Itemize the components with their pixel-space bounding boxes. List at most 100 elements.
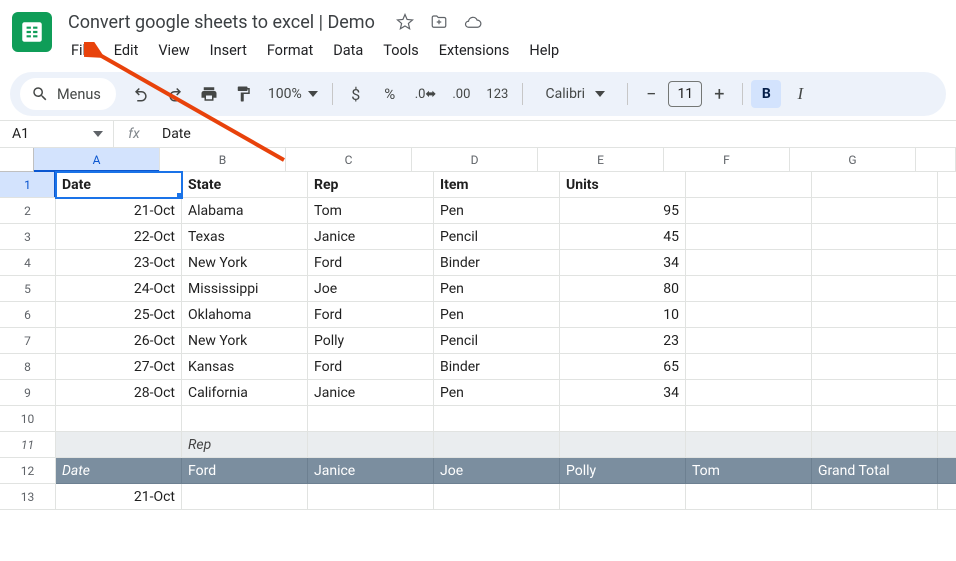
paint-format-button[interactable]	[228, 79, 258, 109]
font-size-input[interactable]: 11	[668, 81, 702, 107]
cell-C12[interactable]: Janice	[308, 458, 434, 484]
menu-data[interactable]: Data	[324, 38, 372, 63]
cell-G10[interactable]	[812, 406, 938, 432]
cell-B2[interactable]: Alabama	[182, 198, 308, 224]
row-header-11[interactable]: 11	[0, 432, 56, 458]
cell-B6[interactable]: Oklahoma	[182, 302, 308, 328]
select-all-corner[interactable]	[0, 148, 34, 172]
spreadsheet-grid[interactable]: ABCDEFG 1DateStateRepItemUnits221-OctAla…	[0, 148, 956, 561]
search-menus[interactable]: Menus	[20, 78, 116, 110]
cell-E5[interactable]: 80	[560, 276, 686, 302]
cell-D10[interactable]	[434, 406, 560, 432]
cell-E4[interactable]: 34	[560, 250, 686, 276]
cell-G8[interactable]	[812, 354, 938, 380]
cell-F1[interactable]	[686, 172, 812, 198]
currency-button[interactable]: $	[341, 79, 371, 109]
cell-C13[interactable]	[308, 484, 434, 510]
cell-10[interactable]	[938, 406, 956, 432]
cell-C7[interactable]: Polly	[308, 328, 434, 354]
cell-D9[interactable]: Pen	[434, 380, 560, 406]
cell-8[interactable]	[938, 354, 956, 380]
menu-edit[interactable]: Edit	[105, 38, 148, 63]
cell-E12[interactable]: Polly	[560, 458, 686, 484]
cell-D5[interactable]: Pen	[434, 276, 560, 302]
cell-11[interactable]	[938, 432, 956, 458]
cell-E11[interactable]	[560, 432, 686, 458]
cell-B9[interactable]: California	[182, 380, 308, 406]
sheets-logo[interactable]	[12, 12, 52, 52]
cell-E6[interactable]: 10	[560, 302, 686, 328]
cell-C8[interactable]: Ford	[308, 354, 434, 380]
cell-B10[interactable]	[182, 406, 308, 432]
menu-view[interactable]: View	[149, 38, 198, 63]
star-icon[interactable]	[395, 12, 415, 32]
cell-12[interactable]	[938, 458, 956, 484]
cell-F7[interactable]	[686, 328, 812, 354]
cloud-icon[interactable]	[463, 12, 483, 32]
row-header-1[interactable]: 1	[0, 172, 56, 198]
cell-E9[interactable]: 34	[560, 380, 686, 406]
cell-E7[interactable]: 23	[560, 328, 686, 354]
cell-F9[interactable]	[686, 380, 812, 406]
menu-help[interactable]: Help	[520, 38, 568, 63]
cell-F10[interactable]	[686, 406, 812, 432]
cell-B5[interactable]: Mississippi	[182, 276, 308, 302]
cell-D8[interactable]: Binder	[434, 354, 560, 380]
font-size-decrease[interactable]: −	[636, 79, 666, 109]
more-formats-button[interactable]: 123	[480, 79, 514, 109]
row-header-8[interactable]: 8	[0, 354, 56, 380]
cell-G13[interactable]	[812, 484, 938, 510]
cell-D3[interactable]: Pencil	[434, 224, 560, 250]
cell-A8[interactable]: 27-Oct	[56, 354, 182, 380]
cell-A12[interactable]: Date	[56, 458, 182, 484]
cell-3[interactable]	[938, 224, 956, 250]
cell-13[interactable]	[938, 484, 956, 510]
cell-C9[interactable]: Janice	[308, 380, 434, 406]
cell-G5[interactable]	[812, 276, 938, 302]
cell-6[interactable]	[938, 302, 956, 328]
menu-tools[interactable]: Tools	[374, 38, 428, 63]
cell-B13[interactable]	[182, 484, 308, 510]
row-header-5[interactable]: 5	[0, 276, 56, 302]
cell-F4[interactable]	[686, 250, 812, 276]
cell-D13[interactable]	[434, 484, 560, 510]
cell-E3[interactable]: 45	[560, 224, 686, 250]
cell-F8[interactable]	[686, 354, 812, 380]
cell-G1[interactable]	[812, 172, 938, 198]
cell-B12[interactable]: Ford	[182, 458, 308, 484]
cell-1[interactable]	[938, 172, 956, 198]
cell-C10[interactable]	[308, 406, 434, 432]
increase-decimal-button[interactable]: .00	[446, 79, 476, 109]
cell-A6[interactable]: 25-Oct	[56, 302, 182, 328]
row-header-12[interactable]: 12	[0, 458, 56, 484]
col-header-E[interactable]: E	[538, 148, 664, 172]
italic-button[interactable]: I	[785, 79, 815, 109]
row-header-3[interactable]: 3	[0, 224, 56, 250]
cell-E13[interactable]	[560, 484, 686, 510]
cell-E8[interactable]: 65	[560, 354, 686, 380]
col-header-A[interactable]: A	[34, 148, 160, 172]
cell-F11[interactable]	[686, 432, 812, 458]
zoom-select[interactable]: 100%	[262, 79, 324, 109]
move-icon[interactable]	[429, 12, 449, 32]
menu-insert[interactable]: Insert	[201, 38, 256, 63]
cell-C11[interactable]	[308, 432, 434, 458]
cell-A7[interactable]: 26-Oct	[56, 328, 182, 354]
cell-G7[interactable]	[812, 328, 938, 354]
cell-C2[interactable]: Tom	[308, 198, 434, 224]
cell-F3[interactable]	[686, 224, 812, 250]
cell-A1[interactable]: Date	[56, 172, 182, 198]
cell-D4[interactable]: Binder	[434, 250, 560, 276]
decrease-decimal-button[interactable]: .0⬌	[409, 79, 443, 109]
row-header-2[interactable]: 2	[0, 198, 56, 224]
cell-D6[interactable]: Pen	[434, 302, 560, 328]
cell-B8[interactable]: Kansas	[182, 354, 308, 380]
col-header-F[interactable]: F	[664, 148, 790, 172]
redo-button[interactable]	[160, 79, 190, 109]
cell-A2[interactable]: 21-Oct	[56, 198, 182, 224]
col-header-end[interactable]	[916, 148, 956, 172]
cell-B3[interactable]: Texas	[182, 224, 308, 250]
cell-F2[interactable]	[686, 198, 812, 224]
cell-D12[interactable]: Joe	[434, 458, 560, 484]
cell-F13[interactable]	[686, 484, 812, 510]
